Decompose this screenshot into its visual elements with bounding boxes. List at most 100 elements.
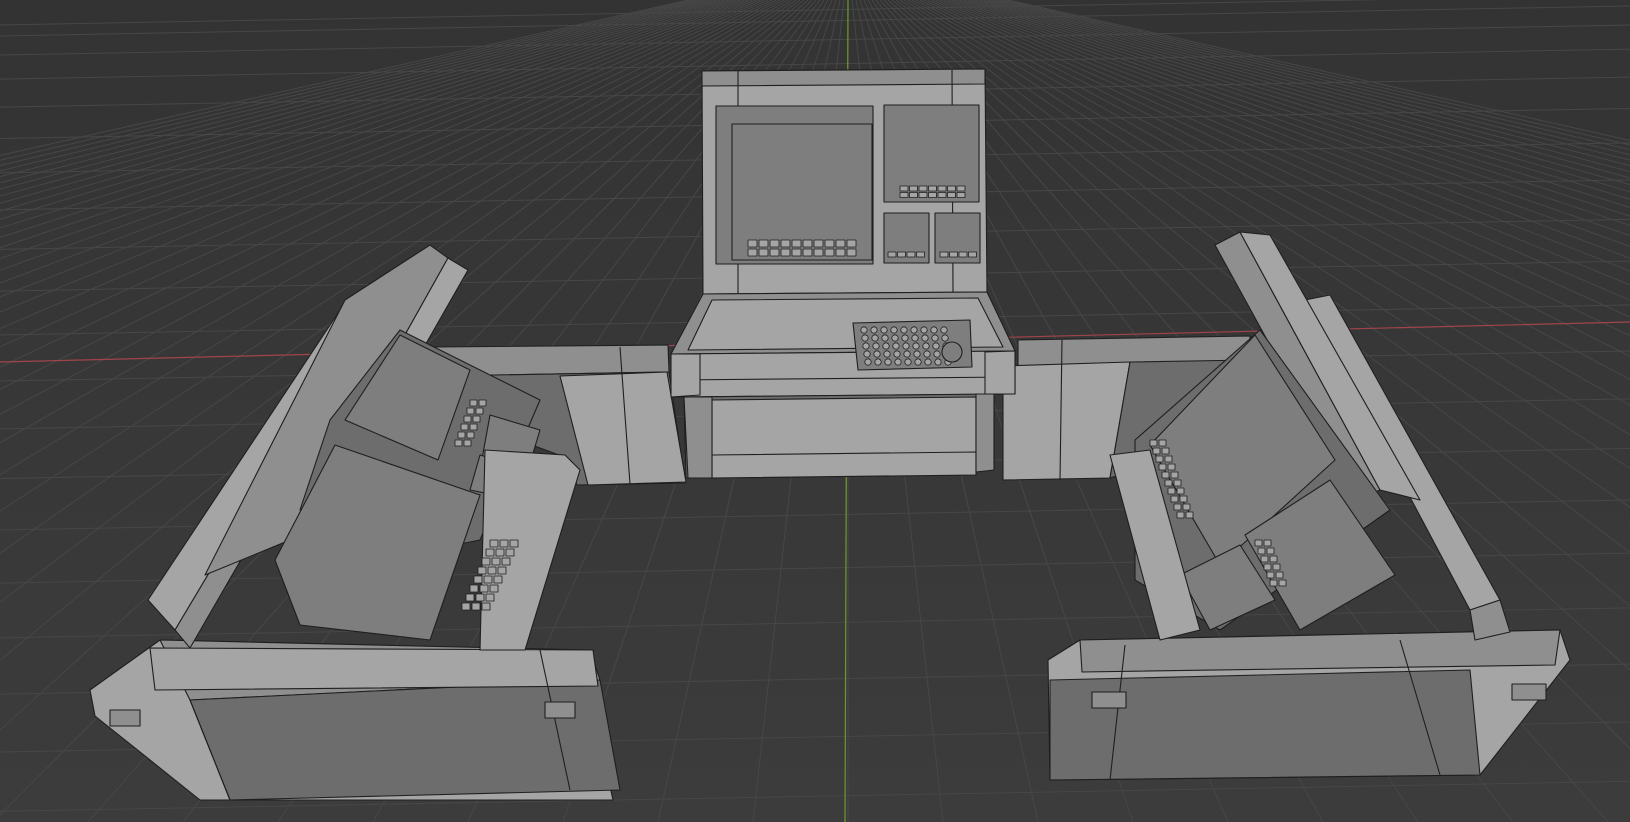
- console-button: [1167, 463, 1176, 471]
- console-button: [489, 584, 499, 593]
- console-button: [928, 185, 937, 192]
- console-button: [495, 548, 505, 557]
- keypad-knob: [882, 342, 890, 350]
- keypad-knob: [894, 358, 902, 366]
- center-console[interactable]: [670, 68, 1016, 479]
- console-button: [802, 239, 813, 248]
- console-button: [824, 239, 835, 248]
- console-button: [1185, 511, 1194, 519]
- console-button: [481, 557, 491, 566]
- console-button: [1182, 503, 1191, 511]
- console-button: [937, 192, 947, 198]
- console-button: [824, 248, 835, 257]
- console-button: [463, 415, 472, 423]
- keypad-knob: [893, 350, 901, 358]
- keypad-knob: [892, 342, 900, 350]
- console-button: [747, 239, 758, 248]
- console-button: [1149, 439, 1158, 447]
- console-button: [956, 185, 966, 192]
- console-button: [1164, 455, 1173, 463]
- keypad-knob: [924, 358, 932, 366]
- console-button: [1272, 563, 1281, 571]
- console-button: [958, 251, 968, 258]
- keypad-knob: [913, 350, 921, 358]
- console-button: [491, 557, 501, 566]
- console-button: [461, 602, 471, 611]
- console-button: [949, 251, 958, 258]
- keypad-knob: [910, 326, 918, 334]
- console-button: [466, 431, 475, 439]
- keypad-knob: [930, 326, 938, 334]
- keypad-knob: [884, 358, 892, 366]
- console-button: [497, 566, 507, 575]
- console-button: [947, 185, 956, 192]
- console-button: [937, 185, 947, 192]
- console-button: [1170, 495, 1179, 503]
- console-button: [483, 575, 493, 584]
- console-button: [1269, 579, 1278, 587]
- console-button: [505, 548, 515, 557]
- keypad-knob: [921, 334, 929, 342]
- keypad-knob: [871, 334, 879, 342]
- console-button: [465, 593, 475, 602]
- console-button: [916, 251, 925, 258]
- console-button: [509, 539, 519, 548]
- console-button: [463, 439, 472, 447]
- console-button: [475, 593, 485, 602]
- console-button: [485, 593, 495, 602]
- console-button: [499, 539, 509, 548]
- 3d-viewport[interactable]: [0, 0, 1630, 822]
- keypad-knob: [940, 326, 948, 334]
- keypad-knob: [923, 350, 931, 358]
- console-button: [485, 548, 495, 557]
- console-button: [469, 423, 478, 431]
- keypad-knob: [880, 326, 888, 334]
- keypad-knob: [862, 342, 870, 350]
- console-button: [473, 575, 483, 584]
- console-button: [472, 415, 481, 423]
- console-button: [835, 239, 846, 248]
- console-button: [479, 584, 489, 593]
- keypad-knob: [911, 334, 919, 342]
- keypad-knob: [881, 334, 889, 342]
- console-button: [1278, 579, 1287, 587]
- console-button: [939, 251, 949, 258]
- console-button: [947, 192, 956, 198]
- keypad-knob: [861, 334, 869, 342]
- console-button: [918, 185, 928, 192]
- console-button: [478, 399, 487, 407]
- console-button: [1266, 547, 1275, 555]
- keypad-knob: [912, 342, 920, 350]
- console-button: [1257, 547, 1266, 555]
- console-button: [471, 602, 481, 611]
- keypad-knob: [933, 350, 941, 358]
- console-button: [489, 539, 499, 548]
- console-button: [475, 407, 484, 415]
- console-button: [457, 431, 466, 439]
- console-button: [928, 192, 937, 198]
- console-button: [899, 185, 909, 192]
- console-button: [846, 239, 857, 248]
- keypad-knob: [860, 326, 868, 334]
- console-button: [1167, 487, 1176, 495]
- console-button: [1158, 463, 1167, 471]
- console-button: [956, 192, 966, 198]
- keypad-knob: [891, 334, 899, 342]
- console-button: [769, 239, 780, 248]
- console-button: [1179, 495, 1188, 503]
- console-button: [846, 248, 857, 257]
- keypad-knob: [873, 350, 881, 358]
- console-button: [906, 251, 916, 258]
- console-button: [1176, 487, 1185, 495]
- console-button: [909, 185, 918, 192]
- console-button: [469, 584, 479, 593]
- console-button: [747, 248, 758, 257]
- keypad-knob: [872, 342, 880, 350]
- keypad-knob: [920, 326, 928, 334]
- keypad-knob: [904, 358, 912, 366]
- console-button: [1155, 455, 1164, 463]
- console-button: [1254, 539, 1263, 547]
- console-button: [918, 192, 928, 198]
- console-button: [493, 575, 503, 584]
- console-button: [1263, 563, 1272, 571]
